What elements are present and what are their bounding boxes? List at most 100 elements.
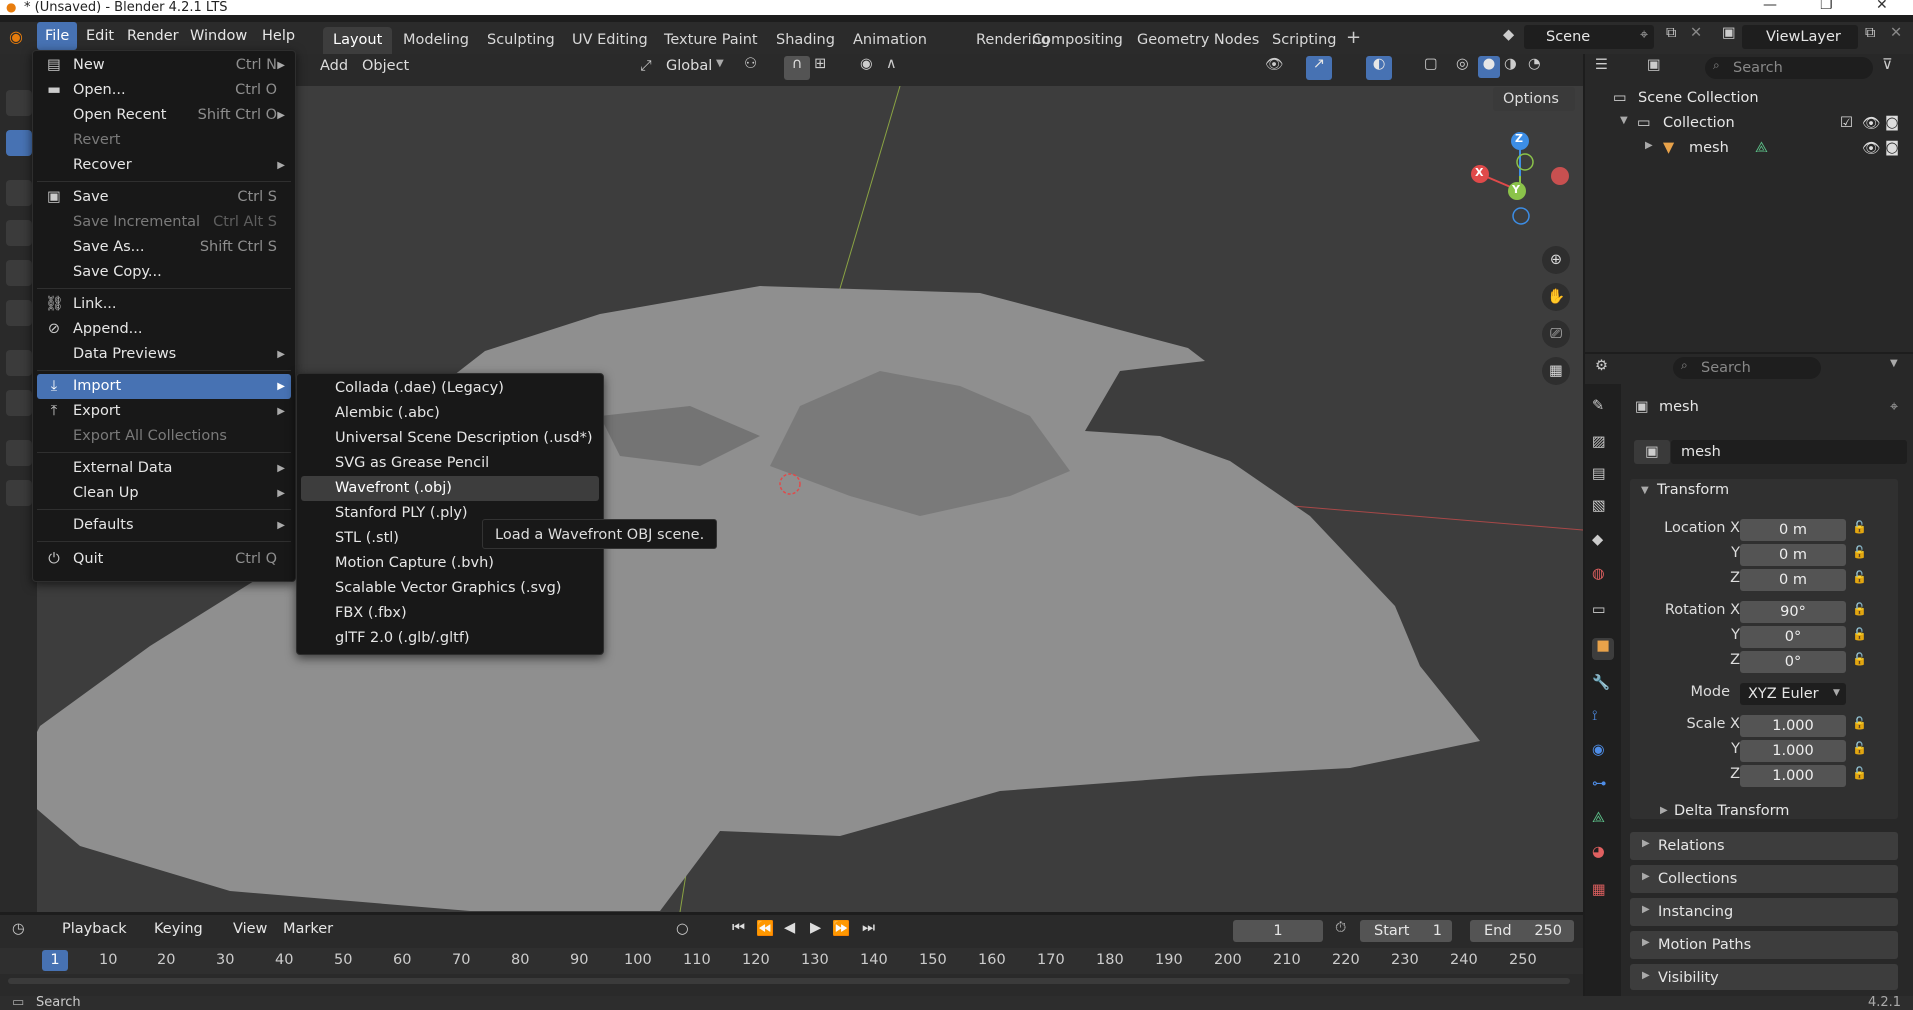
transform-panel-header[interactable]: Transform — [1657, 482, 1729, 498]
transform-orientation-dropdown[interactable]: Global — [666, 58, 712, 74]
display-mode-icon[interactable]: ▣ — [1647, 57, 1661, 73]
constraints-tab-icon[interactable]: ⊶ — [1592, 776, 1614, 798]
record-icon[interactable]: ○ — [676, 921, 689, 937]
view-layer-icon[interactable]: ▣ — [1722, 25, 1736, 41]
zoom-icon[interactable]: ⊕ — [1542, 246, 1570, 274]
world-tab-icon[interactable]: ◍ — [1592, 566, 1614, 588]
object-tab-icon[interactable]: ■ — [1592, 638, 1614, 660]
play-reverse-icon[interactable]: ◀ — [784, 920, 795, 936]
prev-keyframe-icon[interactable]: ⏪ — [756, 920, 774, 937]
falloff-icon[interactable]: ∧ — [886, 56, 897, 72]
file-menu-save[interactable]: ▣ Save Ctrl S — [37, 185, 291, 210]
expand-arrow-icon[interactable]: ▶ — [1642, 838, 1650, 849]
expand-arrow-icon[interactable]: ▶ — [1642, 937, 1650, 948]
add-cube-tool-icon[interactable] — [6, 440, 32, 466]
import-collada[interactable]: Collada (.dae) (Legacy) — [301, 376, 599, 401]
file-menu-quit[interactable]: ⏻ Quit Ctrl Q — [37, 547, 291, 572]
particles-tab-icon[interactable]: ⟟ — [1592, 708, 1614, 730]
location-z-field[interactable]: 0 m — [1740, 569, 1846, 591]
timeline-editor-type-icon[interactable]: ◷ — [12, 921, 25, 937]
next-keyframe-icon[interactable]: ⏩ — [832, 920, 850, 937]
physics-tab-icon[interactable]: ◉ — [1592, 742, 1614, 764]
lock-icon[interactable]: 🔓 — [1852, 716, 1867, 730]
file-menu-open-recent[interactable]: Open Recent Shift Ctrl O ▶ — [37, 103, 291, 128]
jump-start-icon[interactable]: ⏮ — [732, 920, 745, 936]
view-menu[interactable]: View — [233, 921, 267, 937]
tab-compositing[interactable]: Compositing — [1022, 27, 1133, 54]
close-icon[interactable]: ✕ — [1876, 0, 1888, 13]
playhead[interactable]: 1 — [42, 950, 68, 971]
tab-animation[interactable]: Animation — [843, 27, 937, 54]
tab-sculpting[interactable]: Sculpting — [477, 27, 565, 54]
start-frame-field[interactable]: Start 1 — [1360, 920, 1452, 942]
playback-menu[interactable]: Playback — [62, 921, 127, 937]
restore-icon[interactable]: ❐ — [1820, 0, 1833, 13]
import-motion-capture[interactable]: Motion Capture (.bvh) — [301, 551, 599, 576]
new-view-layer-icon[interactable]: ⧉ — [1865, 25, 1875, 41]
lock-icon[interactable]: 🔓 — [1852, 652, 1867, 666]
viewport-add-menu[interactable]: Add — [320, 58, 348, 74]
import-wavefront-obj[interactable]: Wavefront (.obj) — [301, 476, 599, 501]
camera-icon[interactable]: ◙ — [1885, 140, 1899, 156]
play-icon[interactable]: ▶ — [810, 920, 821, 936]
file-menu-clean-up[interactable]: Clean Up ▶ — [37, 481, 291, 506]
frame-ruler[interactable]: 1 10 20 30 40 50 60 70 80 90 100 110 120… — [0, 948, 1583, 974]
scale-x-field[interactable]: 1.000 — [1740, 715, 1846, 737]
filter-icon[interactable]: ⊽ — [1882, 57, 1893, 73]
mesh-object-label[interactable]: mesh — [1689, 140, 1729, 156]
expand-collapse-icon[interactable]: ▼ — [1620, 115, 1628, 126]
tab-modeling[interactable]: Modeling — [393, 27, 479, 54]
proportional-edit-icon[interactable]: ◉ — [860, 56, 873, 72]
navigation-gizmo[interactable]: Z X Y — [1460, 126, 1580, 236]
annotate-tool-icon[interactable] — [6, 350, 32, 376]
file-menu-export[interactable]: ⤒ Export ▶ — [37, 399, 291, 424]
file-menu-data-previews[interactable]: Data Previews ▶ — [37, 342, 291, 367]
lock-icon[interactable]: 🔓 — [1852, 741, 1867, 755]
import-svg[interactable]: Scalable Vector Graphics (.svg) — [301, 576, 599, 601]
relations-panel-header[interactable]: Relations — [1630, 832, 1898, 860]
file-menu-append[interactable]: ⊘ Append... — [37, 317, 291, 342]
file-menu-import[interactable]: ⤓ Import ▶ — [37, 374, 291, 399]
file-menu-external-data[interactable]: External Data ▶ — [37, 456, 291, 481]
instancing-panel-header[interactable]: Instancing — [1630, 898, 1898, 926]
output-tab-icon[interactable]: ▤ — [1592, 466, 1614, 488]
snap-target-icon[interactable]: ⊞ — [814, 56, 826, 72]
expand-arrow-icon[interactable]: ▶ — [1642, 904, 1650, 915]
rotation-x-field[interactable]: 90° — [1740, 601, 1846, 623]
menu-window[interactable]: Window — [182, 22, 255, 50]
new-scene-icon[interactable]: ⧉ — [1666, 25, 1676, 41]
motion-paths-panel-header[interactable]: Motion Paths — [1630, 931, 1898, 959]
jump-end-icon[interactable]: ⏭ — [862, 920, 875, 936]
marker-menu[interactable]: Marker — [283, 921, 333, 937]
lock-icon[interactable]: 🔓 — [1852, 545, 1867, 559]
move-tool-icon[interactable] — [6, 180, 32, 206]
cursor-tool-icon[interactable] — [6, 130, 32, 156]
file-menu-recover[interactable]: Recover ▶ — [37, 153, 291, 178]
lock-icon[interactable]: 🔓 — [1852, 602, 1867, 616]
eye-icon[interactable]: 👁 — [1862, 140, 1880, 157]
end-frame-field[interactable]: End 250 — [1470, 920, 1574, 942]
rendered-shading-icon[interactable]: ◔ — [1528, 56, 1541, 72]
tab-texture-paint[interactable]: Texture Paint — [654, 27, 768, 54]
delete-view-layer-icon[interactable]: ✕ — [1890, 25, 1902, 41]
expand-arrow-icon[interactable]: ▶ — [1660, 805, 1668, 816]
scene-collection-label[interactable]: Scene Collection — [1638, 90, 1759, 106]
file-menu-save-copy[interactable]: Save Copy... — [37, 260, 291, 285]
material-tab-icon[interactable]: ◕ — [1592, 844, 1614, 866]
scale-z-field[interactable]: 1.000 — [1740, 765, 1846, 787]
import-svg-grease-pencil[interactable]: SVG as Grease Pencil — [301, 451, 599, 476]
tab-uv-editing[interactable]: UV Editing — [562, 27, 658, 54]
keying-menu[interactable]: Keying — [154, 921, 203, 937]
blender-menu-icon[interactable]: ◉ — [9, 27, 23, 46]
file-menu-defaults[interactable]: Defaults ▶ — [37, 513, 291, 538]
properties-editor-type-icon[interactable]: ⚙ — [1595, 358, 1608, 374]
rotation-z-field[interactable]: 0° — [1740, 651, 1846, 673]
measure-tool-icon[interactable] — [6, 390, 32, 416]
lock-icon[interactable]: 🔓 — [1852, 570, 1867, 584]
select-box-icon[interactable] — [6, 90, 32, 116]
delta-transform-header[interactable]: Delta Transform — [1674, 803, 1789, 819]
menu-file[interactable]: File — [37, 22, 78, 50]
file-menu-open[interactable]: ▬ Open... Ctrl O — [37, 78, 291, 103]
menu-render[interactable]: Render — [119, 22, 187, 50]
lock-icon[interactable]: 🔓 — [1852, 520, 1867, 534]
